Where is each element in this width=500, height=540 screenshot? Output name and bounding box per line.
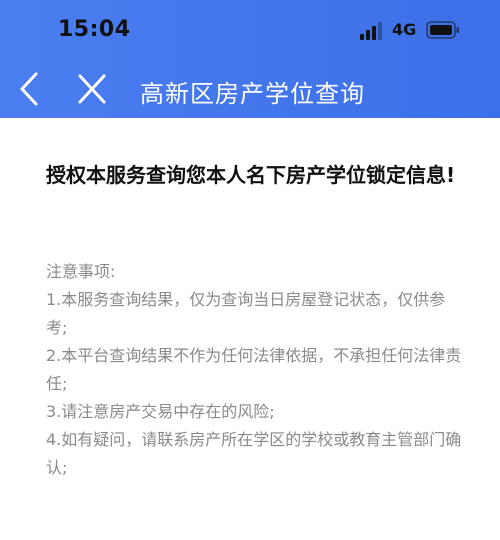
close-icon [78, 74, 106, 104]
network-type: 4G [392, 20, 417, 39]
status-time: 15:04 [58, 17, 131, 42]
close-button[interactable] [72, 68, 112, 110]
main-content: 授权本服务查询您本人名下房产学位锁定信息! 注意事项: 1.本服务查询结果，仅为… [0, 118, 500, 540]
notice-item: 4.如有疑问，请联系房产所在学区的学校或教育主管部门确认; [46, 430, 462, 477]
battery-icon [426, 21, 459, 39]
notice-item: 2.本平台查询结果不作为任何法律依据，不承担任何法律责任; [46, 346, 462, 393]
chevron-left-icon [20, 72, 38, 106]
header: 15:04 4G 高新区房产学位查询 [0, 0, 500, 118]
notice-section: 注意事项: 1.本服务查询结果，仅为查询当日房屋登记状态，仅供参考; 2.本平台… [46, 258, 466, 482]
notice-item: 3.请注意房产交易中存在的风险; [46, 402, 275, 421]
notice-item: 1.本服务查询结果，仅为查询当日房屋登记状态，仅供参考; [46, 290, 446, 337]
status-bar: 15:04 4G [0, 0, 500, 60]
authorization-heading: 授权本服务查询您本人名下房产学位锁定信息! [46, 163, 456, 187]
notice-heading: 注意事项: [46, 262, 116, 281]
signal-icon [360, 22, 382, 40]
back-button[interactable] [12, 66, 50, 112]
page-title: 高新区房产学位查询 [140, 80, 365, 108]
nav-bar: 高新区房产学位查询 [0, 60, 500, 118]
